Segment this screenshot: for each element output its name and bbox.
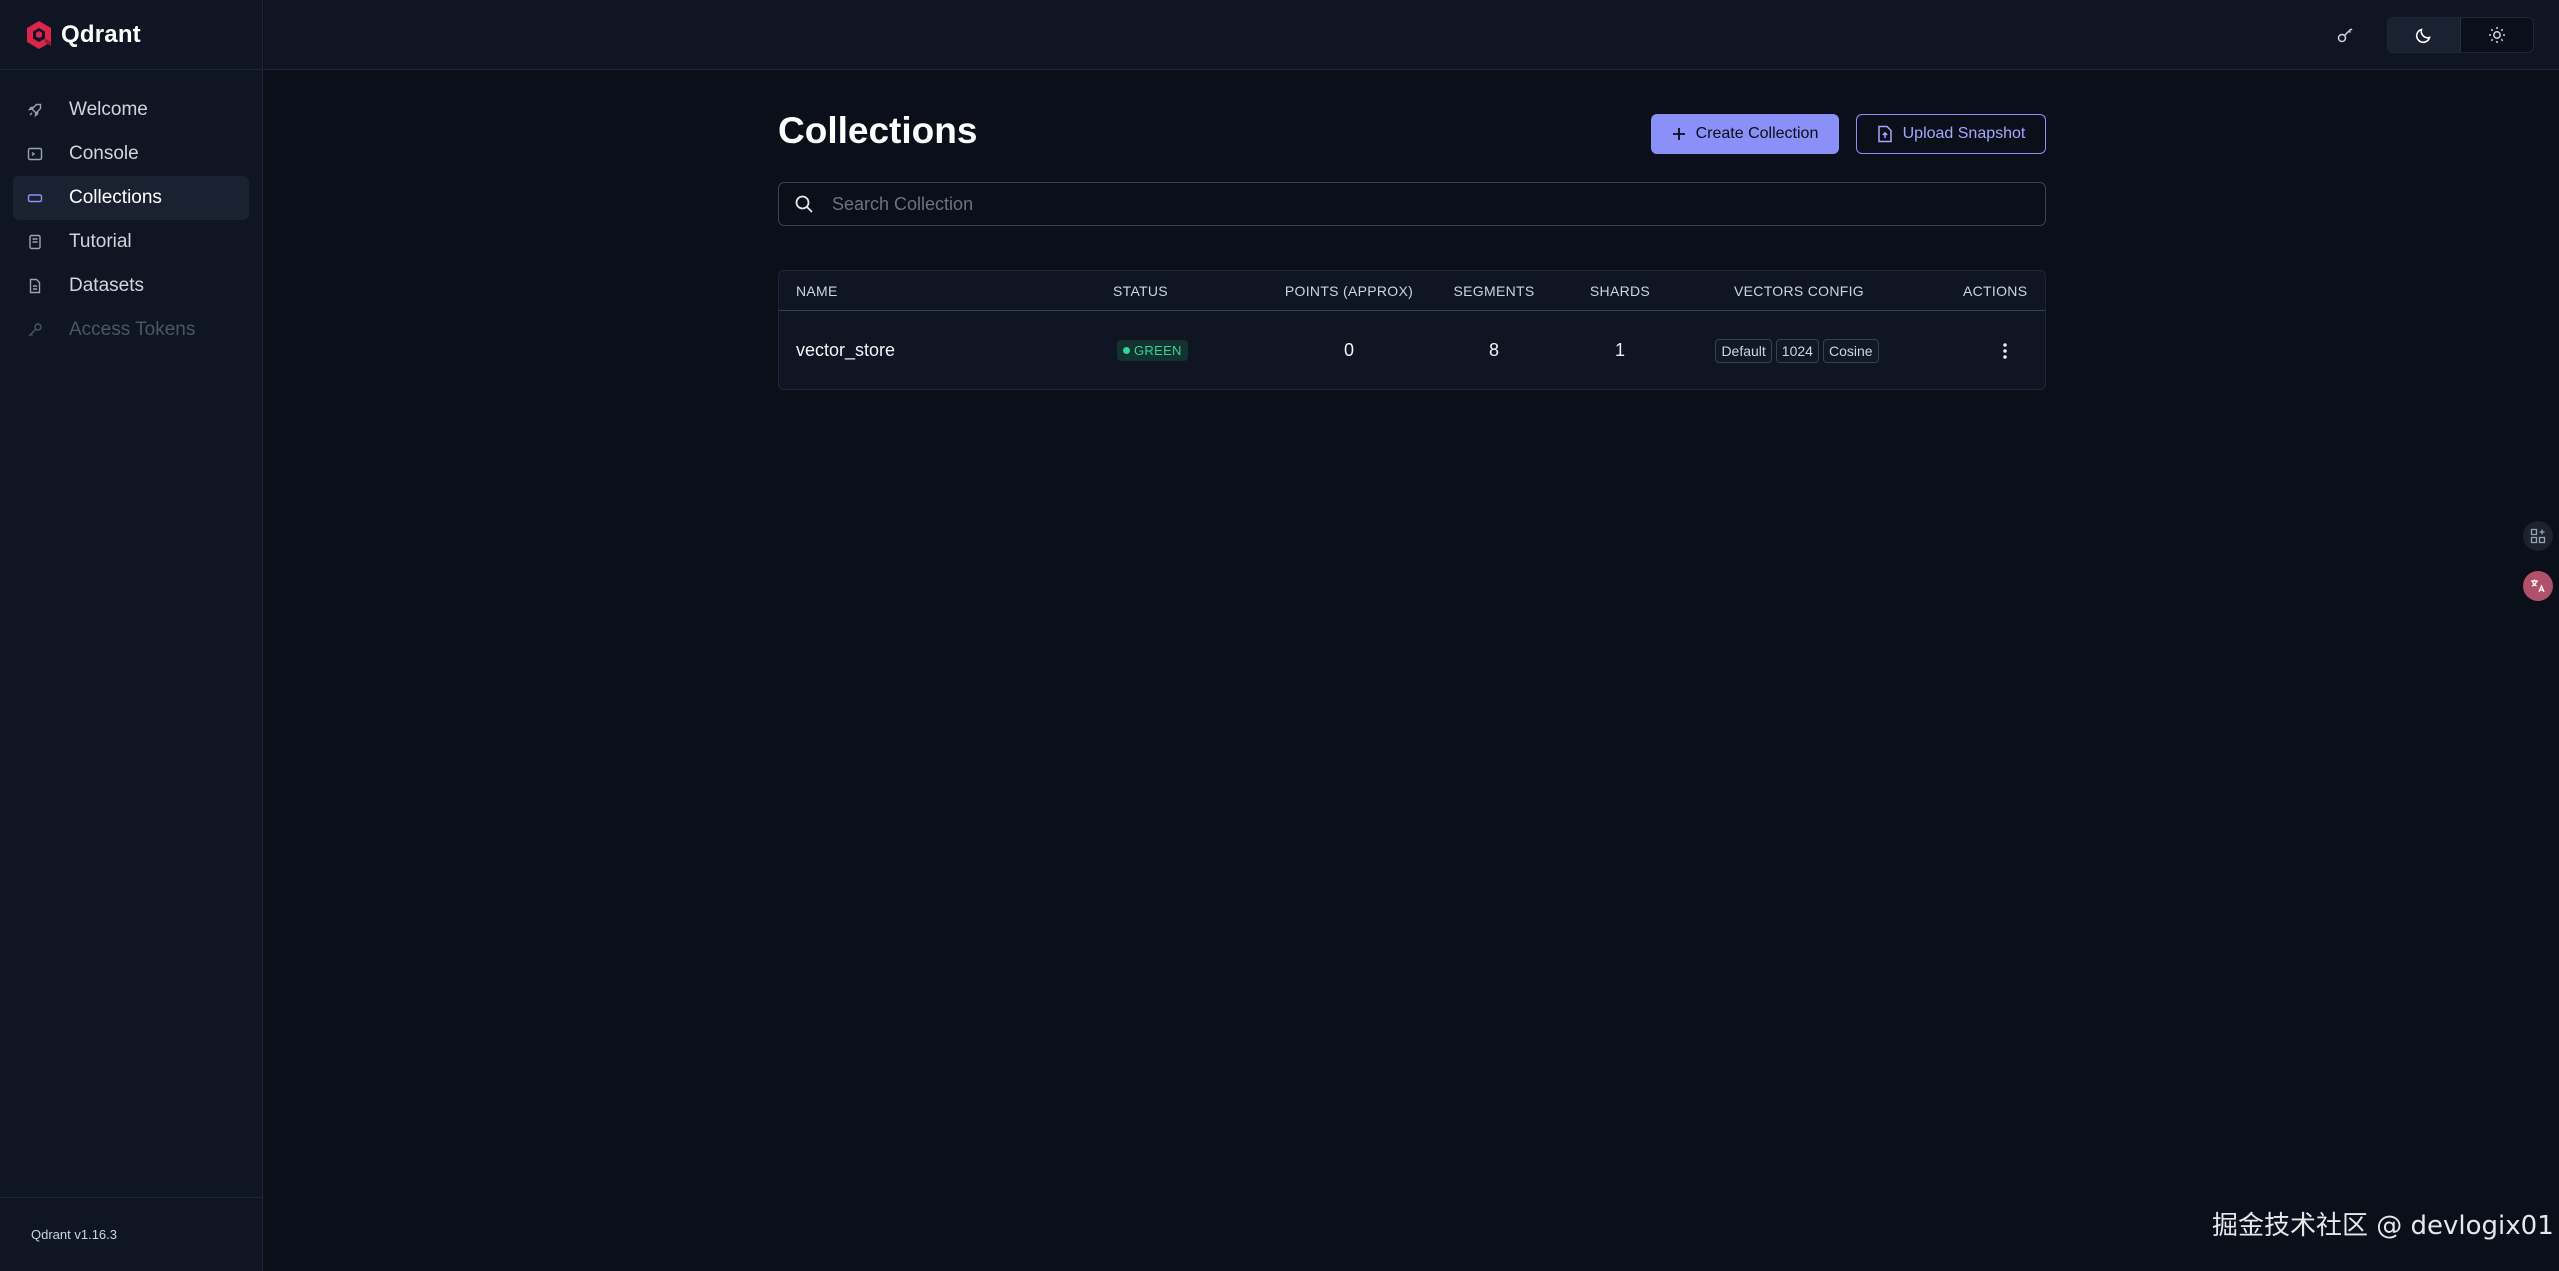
file-icon bbox=[27, 278, 43, 294]
column-header-vectors-config: VECTORS CONFIG bbox=[1734, 283, 1864, 299]
search-box bbox=[778, 182, 2046, 226]
create-collection-label: Create Collection bbox=[1695, 125, 1819, 142]
key-icon bbox=[2337, 28, 2353, 43]
sidebar-item-access-tokens[interactable]: Access Tokens bbox=[13, 308, 249, 352]
points-count: 0 bbox=[1343, 340, 1354, 360]
sun-icon bbox=[2489, 27, 2505, 43]
column-header-actions: ACTIONS bbox=[1963, 283, 2028, 299]
table-header: NAME STATUS POINTS (APPROX) SEGMENTS SHA… bbox=[779, 271, 2045, 311]
column-header-shards[interactable]: SHARDS bbox=[1565, 271, 1675, 311]
rocket-icon bbox=[27, 102, 43, 118]
create-collection-button[interactable]: Create Collection bbox=[1651, 114, 1839, 154]
book-icon bbox=[27, 234, 43, 250]
app-root: Qdrant Welcome Console Collections Tutor… bbox=[0, 0, 2559, 1271]
theme-toggle bbox=[2387, 17, 2534, 53]
file-upload-icon bbox=[1877, 125, 1892, 143]
sidebar-item-label: Collections bbox=[69, 187, 162, 208]
key-icon bbox=[27, 322, 43, 338]
row-actions-button[interactable] bbox=[1993, 339, 2017, 363]
sidebar-item-label: Console bbox=[69, 143, 139, 164]
watermark-text: 掘金技术社区 @ devlogix01 bbox=[2212, 1211, 2554, 1241]
sidebar-item-label: Tutorial bbox=[69, 231, 132, 252]
sidebar-item-collections[interactable]: Collections bbox=[13, 176, 249, 220]
sidebar-item-label: Welcome bbox=[69, 99, 148, 120]
dark-mode-button[interactable] bbox=[2388, 18, 2461, 52]
search-icon bbox=[795, 195, 813, 213]
terminal-icon bbox=[27, 146, 43, 162]
sidebar-item-datasets[interactable]: Datasets bbox=[13, 264, 249, 308]
status-badge: GREEN bbox=[1117, 340, 1188, 361]
column-header-status[interactable]: STATUS bbox=[1113, 271, 1168, 311]
moon-icon bbox=[2415, 28, 2431, 44]
translate-float-button[interactable] bbox=[2523, 571, 2553, 601]
sidebar-nav: Welcome Console Collections Tutorial Dat… bbox=[0, 0, 262, 352]
kebab-menu-icon bbox=[2003, 342, 2007, 359]
page-title: Collections bbox=[778, 110, 978, 151]
vector-name-chip: Default bbox=[1715, 338, 1772, 363]
light-mode-button[interactable] bbox=[2461, 18, 2533, 52]
table-row[interactable]: vector_store GREEN 0 8 1 Default 1024 Co… bbox=[779, 311, 2045, 389]
segments-count: 8 bbox=[1488, 340, 1499, 360]
status-cell: GREEN bbox=[1117, 311, 1188, 389]
plus-icon bbox=[1672, 128, 1685, 140]
column-header-points[interactable]: POINTS (APPROX) bbox=[1269, 271, 1429, 311]
topbar bbox=[264, 0, 2559, 70]
version-label: Qdrant v1.16.3 bbox=[0, 1197, 262, 1271]
translate-icon bbox=[2531, 579, 2545, 593]
sidebar: Qdrant Welcome Console Collections Tutor… bbox=[0, 0, 263, 1271]
column-header-name[interactable]: NAME bbox=[796, 271, 838, 311]
upload-snapshot-button[interactable]: Upload Snapshot bbox=[1856, 114, 2046, 154]
sidebar-item-welcome[interactable]: Welcome bbox=[13, 88, 249, 132]
column-header-segments[interactable]: SEGMENTS bbox=[1439, 271, 1549, 311]
extension-float-button[interactable] bbox=[2523, 521, 2553, 551]
version-text: Qdrant v1.16.3 bbox=[31, 1227, 117, 1242]
vectors-config-cell: Default 1024 Cosine bbox=[1699, 311, 1899, 389]
status-dot-icon bbox=[1123, 347, 1130, 354]
upload-snapshot-label: Upload Snapshot bbox=[1902, 125, 2026, 142]
sidebar-item-tutorial[interactable]: Tutorial bbox=[13, 220, 249, 264]
collections-table: NAME STATUS POINTS (APPROX) SEGMENTS SHA… bbox=[778, 270, 2046, 390]
search-input[interactable] bbox=[832, 193, 2012, 215]
actions-cell bbox=[1993, 311, 2017, 389]
shards-count: 1 bbox=[1614, 340, 1625, 360]
status-text: GREEN bbox=[1134, 343, 1182, 358]
sidebar-item-label: Datasets bbox=[69, 275, 144, 296]
sidebar-item-console[interactable]: Console bbox=[13, 132, 249, 176]
apps-add-icon bbox=[2530, 528, 2546, 544]
sidebar-item-label: Access Tokens bbox=[69, 319, 196, 340]
api-key-button[interactable] bbox=[2332, 21, 2360, 49]
collection-name[interactable]: vector_store bbox=[796, 311, 895, 389]
collection-icon bbox=[27, 190, 43, 206]
vector-distance-chip: Cosine bbox=[1822, 338, 1879, 363]
vector-size-chip: 1024 bbox=[1775, 338, 1819, 363]
